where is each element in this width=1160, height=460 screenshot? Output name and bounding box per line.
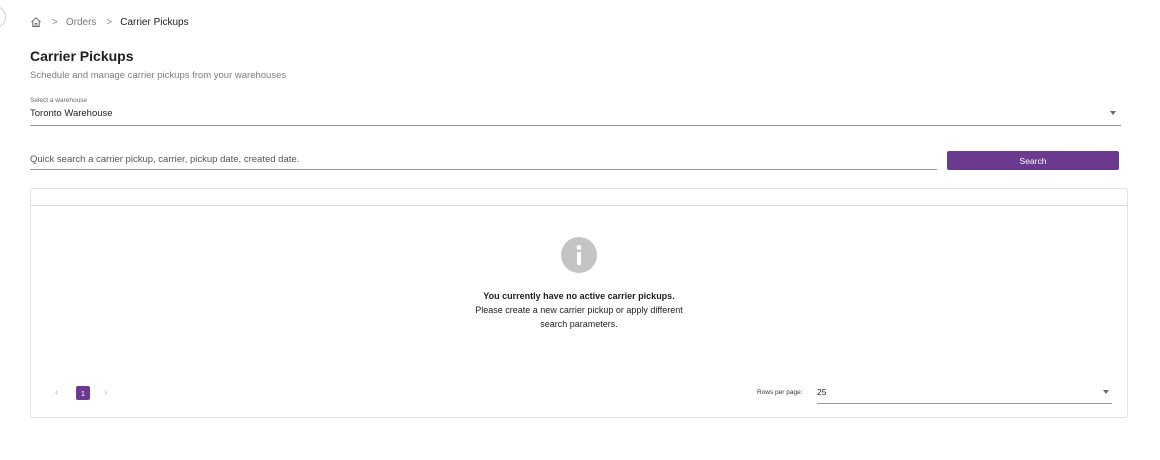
warehouse-select-underline bbox=[30, 125, 1121, 126]
rows-per-page-underline bbox=[817, 403, 1112, 404]
pagination-page-1[interactable]: 1 bbox=[76, 386, 90, 400]
breadcrumb-orders[interactable]: Orders bbox=[66, 17, 97, 28]
carrier-pickups-panel: You currently have no active carrier pic… bbox=[30, 188, 1128, 418]
breadcrumb-separator: > bbox=[106, 16, 113, 28]
info-icon bbox=[561, 237, 597, 273]
empty-state-message: search parameters. bbox=[540, 319, 618, 329]
search-input[interactable] bbox=[30, 150, 937, 170]
breadcrumb-separator: > bbox=[52, 16, 58, 28]
breadcrumb-carrier-pickups: Carrier Pickups bbox=[120, 16, 189, 28]
empty-state-title: You currently have no active carrier pic… bbox=[483, 291, 675, 301]
search-button[interactable]: Search bbox=[947, 151, 1119, 170]
rows-per-page-label: Rows per page: bbox=[757, 389, 803, 396]
breadcrumb: > Orders > Carrier Pickups bbox=[30, 15, 189, 29]
home-icon[interactable] bbox=[30, 16, 42, 28]
caret-down-icon[interactable] bbox=[1103, 390, 1109, 394]
rows-per-page-select[interactable]: 25 bbox=[817, 387, 826, 397]
warehouse-select[interactable]: Toronto Warehouse bbox=[30, 108, 113, 119]
pagination-prev-button[interactable]: ‹ bbox=[55, 387, 58, 398]
pagination-next-button[interactable]: › bbox=[104, 387, 107, 398]
warehouse-select-label: Select a warehouse bbox=[30, 97, 88, 104]
empty-state-message: Please create a new carrier pickup or ap… bbox=[475, 305, 683, 315]
panel-header-divider bbox=[31, 205, 1127, 206]
corner-circle bbox=[0, 6, 6, 28]
page-title: Carrier Pickups bbox=[30, 48, 134, 64]
caret-down-icon[interactable] bbox=[1110, 111, 1116, 115]
page-subtitle: Schedule and manage carrier pickups from… bbox=[30, 70, 287, 81]
